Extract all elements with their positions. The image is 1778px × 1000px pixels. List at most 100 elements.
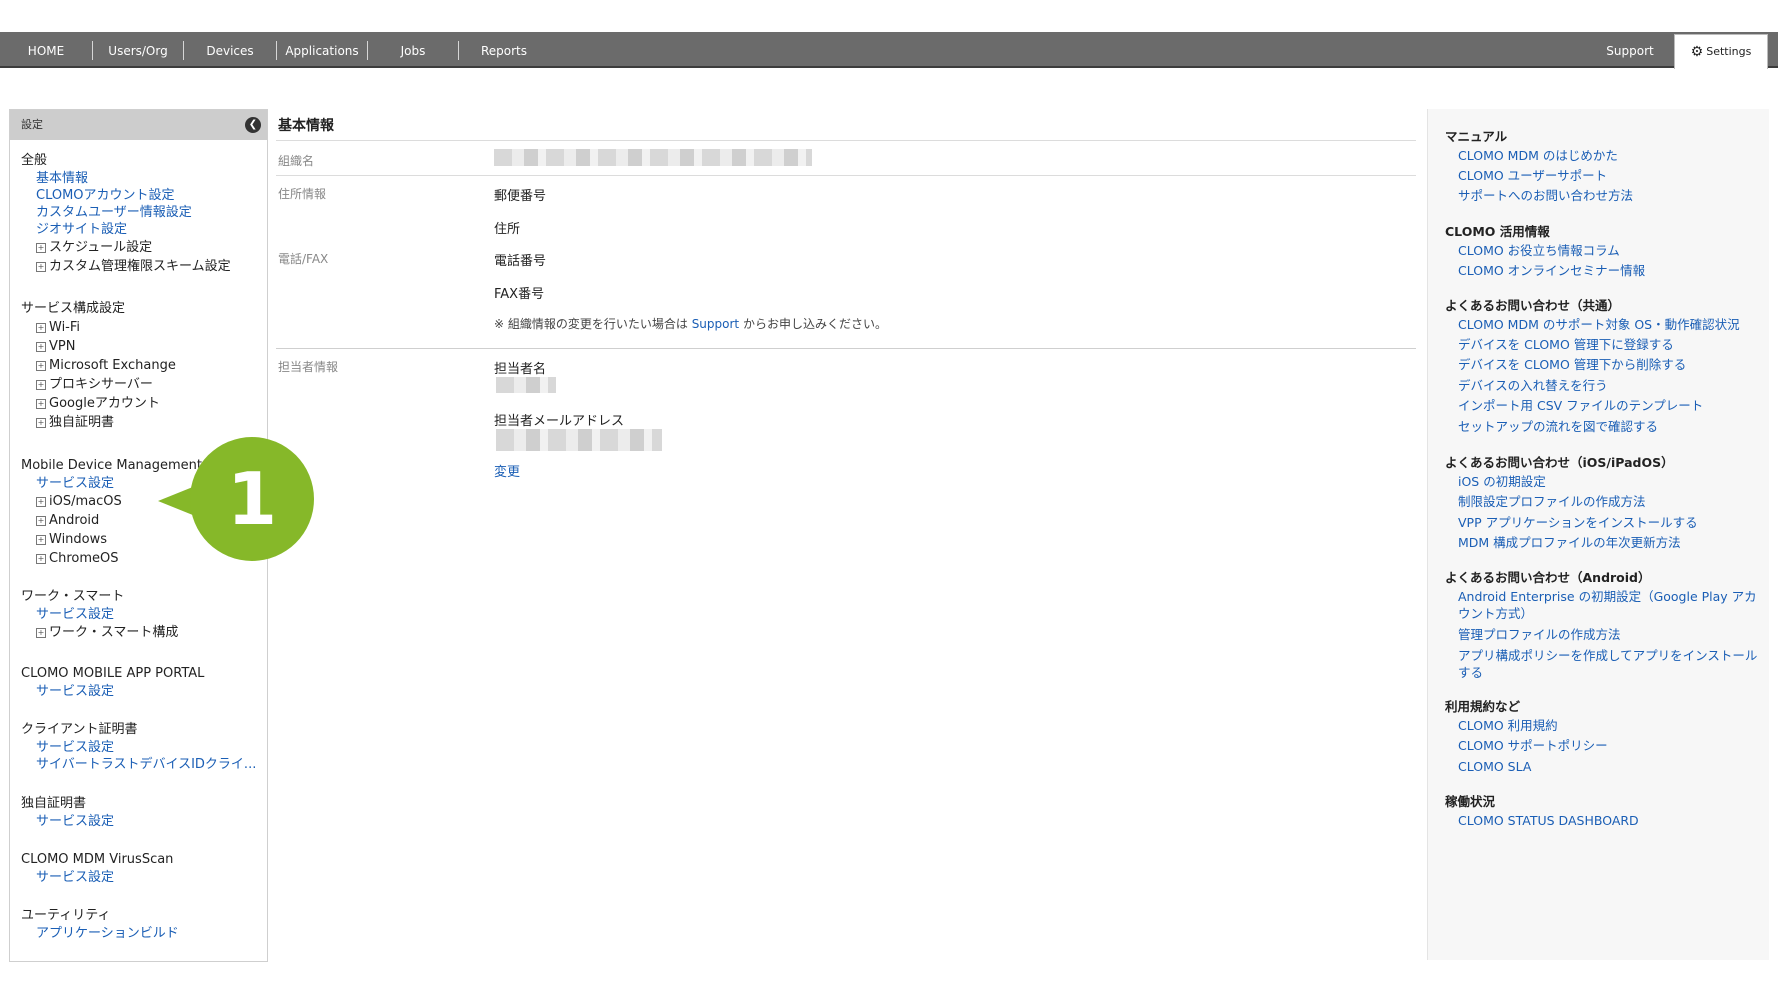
sidebar-section-general: 全般 基本情報 CLOMOアカウント設定 カスタムユーザー情報設定 ジオサイト設… [21, 152, 261, 276]
expand-icon[interactable]: + [36, 497, 46, 507]
sidebar-section-title: CLOMO MOBILE APP PORTAL [21, 666, 205, 681]
contact-info-label: 担当者情報 [278, 360, 339, 374]
sidebar-section-own-cert: 独自証明書 サービス設定 [21, 795, 261, 830]
sidebar-item-clomo-account[interactable]: CLOMOアカウント設定 [21, 187, 261, 204]
sidebar-item-label: Windows [49, 532, 108, 547]
sidebar-item-label: カスタム管理権限スキーム設定 [49, 259, 231, 274]
sidebar-item-wifi[interactable]: + Wi-Fi [21, 318, 261, 337]
help-link[interactable]: デバイスを CLOMO 管理下に登録する [1458, 336, 1758, 353]
sidebar-section-service: サービス構成設定 + Wi-Fi + VPN + Microsoft Exchange… [21, 300, 261, 432]
sidebar-item-client-cert-service[interactable]: サービス設定 [21, 739, 261, 756]
expand-icon[interactable]: + [36, 516, 46, 526]
sidebar-section-title: 全般 [21, 153, 48, 168]
help-link[interactable]: CLOMO MDM のはじめかた [1458, 147, 1758, 164]
sidebar-item-own-cert-service[interactable]: サービス設定 [21, 813, 261, 830]
sidebar-item-basic-info[interactable]: 基本情報 [21, 170, 261, 187]
help-link[interactable]: アプリ構成ポリシーを作成してアプリをインストールする [1458, 647, 1758, 681]
help-link[interactable]: CLOMO サポートポリシー [1458, 737, 1758, 754]
sidebar-item-label: Android [49, 513, 100, 528]
contact-name-label: 担当者名 [494, 362, 547, 377]
expand-icon[interactable]: + [36, 399, 46, 409]
sidebar-item-cybertrust-device-id[interactable]: サイバートラストデバイスIDクライ... [21, 756, 261, 773]
contact-name-value-redacted [496, 377, 556, 393]
help-link[interactable]: CLOMO MDM のサポート対象 OS・動作確認状況 [1458, 316, 1758, 333]
sidebar-section-title: サービス構成設定 [21, 301, 126, 316]
help-link[interactable]: セットアップの流れを図で確認する [1458, 418, 1758, 435]
step-callout-badge: 1 [158, 437, 314, 561]
help-link[interactable]: CLOMO ユーザーサポート [1458, 167, 1758, 184]
sidebar-item-proxy[interactable]: + プロキシサーバー [21, 375, 261, 394]
status-heading: 稼働状況 [1445, 794, 1496, 809]
expand-icon[interactable]: + [36, 342, 46, 352]
help-link[interactable]: Android Enterprise の初期設定（Google Play アカウ… [1458, 588, 1758, 622]
sidebar-section-title: 独自証明書 [21, 796, 87, 811]
help-link[interactable]: CLOMO STATUS DASHBOARD [1458, 812, 1758, 829]
expand-icon[interactable]: + [36, 554, 46, 564]
help-link[interactable]: CLOMO オンラインセミナー情報 [1458, 262, 1758, 279]
terms-heading: 利用規約など [1445, 699, 1521, 714]
sidebar-item-label: ワーク・スマート構成 [49, 625, 179, 640]
org-name-label: 組織名 [278, 154, 315, 168]
help-link[interactable]: CLOMO SLA [1458, 758, 1758, 775]
nav-devices[interactable]: Devices [184, 32, 276, 66]
sidebar-item-vpn[interactable]: + VPN [21, 337, 261, 356]
help-link[interactable]: CLOMO お役立ち情報コラム [1458, 242, 1758, 259]
page-title: 基本情報 [278, 118, 334, 134]
nav-settings-tab[interactable]: ⚙ Settings [1674, 34, 1768, 69]
nav-home[interactable]: HOME [0, 32, 92, 66]
expand-icon[interactable]: + [36, 380, 46, 390]
sidebar-section-title: ワーク・スマート [21, 589, 125, 604]
sidebar-section-virusscan: CLOMO MDM VirusScan サービス設定 [21, 851, 261, 886]
expand-icon[interactable]: + [36, 418, 46, 428]
expand-icon[interactable]: + [36, 262, 46, 272]
nav-users-org[interactable]: Users/Org [93, 32, 183, 66]
expand-icon[interactable]: + [36, 361, 46, 371]
nav-reports[interactable]: Reports [459, 32, 549, 66]
postal-code-label: 郵便番号 [494, 189, 547, 204]
help-link[interactable]: MDM 構成プロファイルの年次更新方法 [1458, 534, 1758, 551]
support-link[interactable]: Support [692, 317, 739, 331]
help-link[interactable]: 制限設定プロファイルの作成方法 [1458, 493, 1758, 510]
expand-icon[interactable]: + [36, 535, 46, 545]
help-link[interactable]: デバイスを CLOMO 管理下から削除する [1458, 356, 1758, 373]
nav-support[interactable]: Support [1590, 32, 1670, 66]
sidebar-item-worksmart-service[interactable]: サービス設定 [21, 606, 261, 623]
change-link[interactable]: 変更 [494, 461, 520, 480]
expand-icon[interactable]: + [36, 628, 46, 638]
sidebar-item-custom-permission[interactable]: + カスタム管理権限スキーム設定 [21, 257, 261, 276]
fax-number-label: FAX番号 [494, 287, 545, 302]
expand-icon[interactable]: + [36, 323, 46, 333]
sidebar-section-client-cert: クライアント証明書 サービス設定 サイバートラストデバイスIDクライ... [21, 721, 261, 773]
sidebar-item-custom-user-info[interactable]: カスタムユーザー情報設定 [21, 204, 261, 221]
sidebar-item-worksmart-config[interactable]: + ワーク・スマート構成 [21, 623, 261, 642]
nav-jobs[interactable]: Jobs [368, 32, 458, 66]
sidebar-item-app-build[interactable]: アプリケーションビルド [21, 925, 261, 942]
sidebar-header-label: 設定 [21, 118, 43, 131]
sidebar-item-google-account[interactable]: + Googleアカウント [21, 394, 261, 413]
help-link[interactable]: インポート用 CSV ファイルのテンプレート [1458, 397, 1758, 414]
help-link[interactable]: iOS の初期設定 [1458, 473, 1758, 490]
help-link[interactable]: VPP アプリケーションをインストールする [1458, 514, 1758, 531]
sidebar-item-virusscan-service[interactable]: サービス設定 [21, 869, 261, 886]
divider [276, 140, 1416, 141]
collapse-sidebar-icon[interactable]: ❮ [245, 117, 261, 133]
usage-heading: CLOMO 活用情報 [1445, 224, 1550, 239]
help-link[interactable]: CLOMO 利用規約 [1458, 717, 1758, 734]
org-name-value-redacted [494, 149, 812, 166]
nav-applications[interactable]: Applications [277, 32, 367, 66]
sidebar-item-schedule[interactable]: + スケジュール設定 [21, 238, 261, 257]
faq-common-heading: よくあるお問い合わせ（共通） [1445, 298, 1621, 313]
sidebar-item-label: スケジュール設定 [49, 240, 153, 255]
sidebar-header: 設定 ❮ [10, 110, 267, 140]
sidebar-item-exchange[interactable]: + Microsoft Exchange [21, 356, 261, 375]
gear-icon: ⚙ [1690, 44, 1704, 60]
sidebar-item-geosite[interactable]: ジオサイト設定 [21, 221, 261, 238]
help-link[interactable]: デバイスの入れ替えを行う [1458, 377, 1758, 394]
help-link[interactable]: 管理プロファイルの作成方法 [1458, 626, 1758, 643]
expand-icon[interactable]: + [36, 243, 46, 253]
help-link[interactable]: サポートへのお問い合わせ方法 [1458, 187, 1758, 204]
sidebar-item-app-portal-service[interactable]: サービス設定 [21, 683, 261, 700]
sidebar-item-own-cert[interactable]: + 独自証明書 [21, 413, 261, 432]
sidebar-item-label: Microsoft Exchange [49, 358, 176, 373]
phone-fax-label: 電話/FAX [278, 252, 329, 266]
